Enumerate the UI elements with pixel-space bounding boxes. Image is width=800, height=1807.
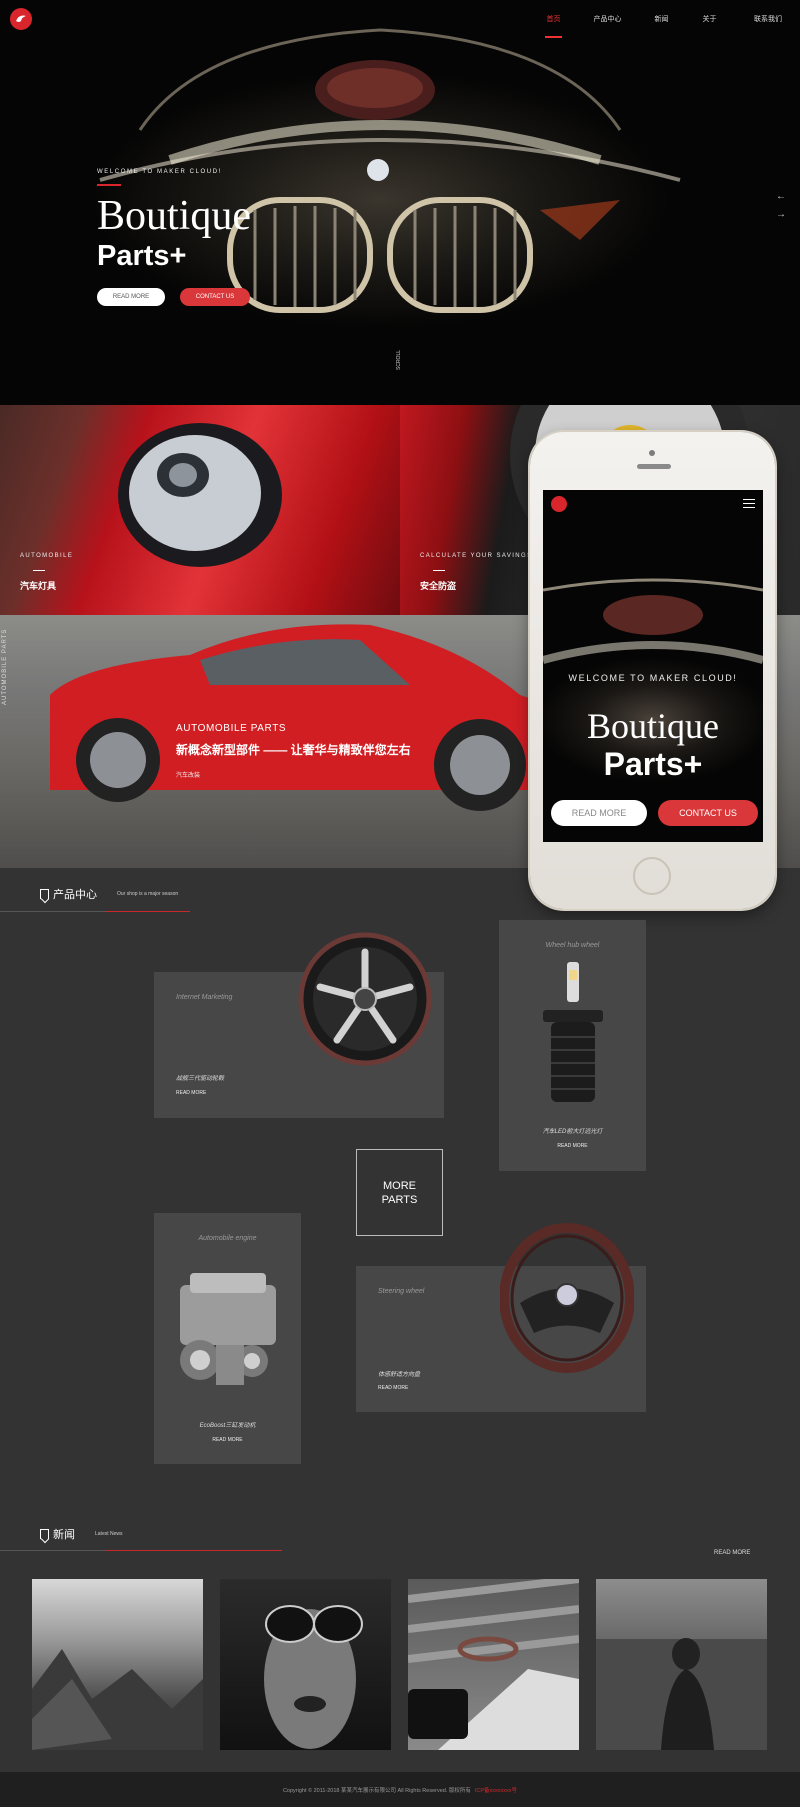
scroll-indicator[interactable]: SCROLL: [396, 350, 402, 370]
phone-speaker: [637, 464, 671, 469]
card-title: Wheel hub wheel: [545, 942, 600, 949]
product-card-headlight[interactable]: Wheel hub wheel 汽车LED前大灯远光灯 READ MORE: [499, 920, 646, 1171]
panel2-divider: [433, 570, 445, 571]
footer-copyright: Copyright © 2011-2018 某某汽车展示有限公司 All Rig…: [282, 1787, 471, 1794]
card-read-more[interactable]: READ MORE: [176, 1090, 206, 1096]
more-parts-button[interactable]: MORE PARTS: [356, 1149, 443, 1236]
bookmark-icon: [40, 1529, 49, 1539]
card-title: Automobile engine: [198, 1235, 257, 1242]
logo-icon[interactable]: [10, 8, 32, 30]
footer-icp-link[interactable]: ICP备xxxxxxxx号: [475, 1786, 517, 1794]
mobile-welcome: WELCOME TO MAKER CLOUD!: [568, 673, 738, 683]
panel1-label: AUTOMOBILE: [20, 553, 74, 559]
mobile-read-more-button[interactable]: READ MORE: [551, 800, 647, 826]
page: 首页 产品中心 新闻 关于 联系我们 WELCOME TO MAKER CLOU…: [0, 0, 800, 1807]
mobile-logo-icon[interactable]: [551, 496, 567, 512]
card-read-more[interactable]: READ MORE: [378, 1385, 408, 1391]
phone-mockup: WELCOME TO MAKER CLOUD! Boutique Parts+ …: [530, 432, 775, 909]
mobile-subtitle: Parts+: [603, 746, 703, 782]
news-item-laptop[interactable]: [408, 1579, 579, 1750]
card-desc: 汽车LED前大灯远光灯: [542, 1129, 603, 1135]
arrow-left-icon[interactable]: ←: [776, 188, 786, 206]
mobile-contact-button[interactable]: CONTACT US: [658, 800, 758, 826]
card-desc: 体感舒适方向盘: [378, 1372, 421, 1378]
nav-item-home[interactable]: 首页: [530, 10, 577, 38]
products-heading: 产品中心: [53, 889, 97, 901]
hero-welcome: WELCOME TO MAKER CLOUD!: [97, 169, 222, 175]
panel2-title: 安全防盗: [420, 581, 457, 591]
led-bulb-image: [543, 962, 603, 1102]
news-read-more-link[interactable]: READ MORE: [714, 1550, 750, 1556]
card-read-more[interactable]: READ MORE: [154, 1437, 301, 1443]
arrow-right-icon[interactable]: →: [776, 206, 786, 224]
nav-item-contact[interactable]: 联系我们: [740, 10, 796, 28]
read-more-button[interactable]: READ MORE: [97, 288, 165, 306]
products-section-heading: 产品中心 Our shop is a major season: [40, 886, 178, 902]
panel2-label: CALCULATE YOUR SAVINGS: [420, 553, 533, 559]
panel1-title: 汽车灯具: [20, 581, 57, 591]
steering-wheel-image: [500, 1223, 634, 1373]
phone-screen: WELCOME TO MAKER CLOUD! Boutique Parts+ …: [543, 490, 763, 842]
card-title: Steering wheel: [378, 1288, 425, 1295]
more-parts-line1: MORE: [383, 1179, 416, 1192]
news-heading: 新闻: [53, 1529, 75, 1541]
nav-item-news[interactable]: 新闻: [638, 10, 685, 28]
product-card-engine[interactable]: Automobile engine EcoBoost三缸发动机 READ MOR…: [154, 1213, 301, 1464]
side-vertical-label: AUTOMOBILE PARTS: [2, 628, 8, 705]
hamburger-menu-icon[interactable]: [743, 499, 755, 508]
panel1-divider: [33, 570, 45, 571]
feature-panel-lights[interactable]: AUTOMOBILE 汽车灯具: [0, 405, 400, 615]
nav-item-products[interactable]: 产品中心: [584, 10, 631, 28]
news-image: [596, 1638, 767, 1750]
card-desc: 战舰三代驱动轮毂: [176, 1076, 225, 1082]
rim-image: [298, 932, 432, 1066]
card-title: Internet Marketing: [176, 994, 233, 1001]
hero-banner: 首页 产品中心 新闻 关于 联系我们 WELCOME TO MAKER CLOU…: [0, 0, 800, 405]
headlight-image: [118, 423, 282, 567]
phone-camera: [649, 450, 655, 456]
news-section-heading: 新闻 Latest News: [40, 1526, 123, 1542]
news-image: [32, 1649, 203, 1750]
nav-item-about[interactable]: 关于: [686, 10, 733, 28]
card-desc: EcoBoost三缸发动机: [199, 1423, 256, 1429]
mobile-title: Boutique: [587, 706, 719, 746]
hero-title: Boutique: [97, 193, 251, 239]
contact-us-button[interactable]: CONTACT US: [180, 288, 250, 306]
products-desc: Our shop is a major season: [117, 891, 179, 897]
panel3-sub: 汽车改装: [176, 773, 201, 779]
panel3-label: AUTOMOBILE PARTS: [176, 723, 287, 734]
more-parts-line2: PARTS: [381, 1193, 418, 1206]
products-rule-accent: [105, 911, 190, 912]
hero-subtitle: Parts+: [97, 240, 187, 272]
news-item-sunglasses[interactable]: [220, 1579, 391, 1750]
panel3-title: 新概念新型部件 —— 让奢华与精致伴您左右: [176, 743, 411, 757]
phone-home-button: [633, 857, 671, 895]
engine-image: [180, 1273, 276, 1385]
news-item-girl[interactable]: [596, 1579, 767, 1750]
news-desc: Latest News: [95, 1531, 123, 1537]
card-read-more[interactable]: READ MORE: [499, 1143, 646, 1149]
bookmark-icon: [40, 889, 49, 899]
footer: Copyright © 2011-2018 某某汽车展示有限公司 All Rig…: [0, 1772, 800, 1807]
slider-arrows: ← →: [776, 188, 786, 224]
news-image: [408, 1579, 579, 1750]
hero-divider: [97, 184, 121, 186]
news-rule-accent: [105, 1550, 282, 1551]
news-image: [264, 1605, 363, 1749]
hero-car-image: [99, 28, 681, 313]
news-item-mountains[interactable]: [32, 1579, 203, 1750]
